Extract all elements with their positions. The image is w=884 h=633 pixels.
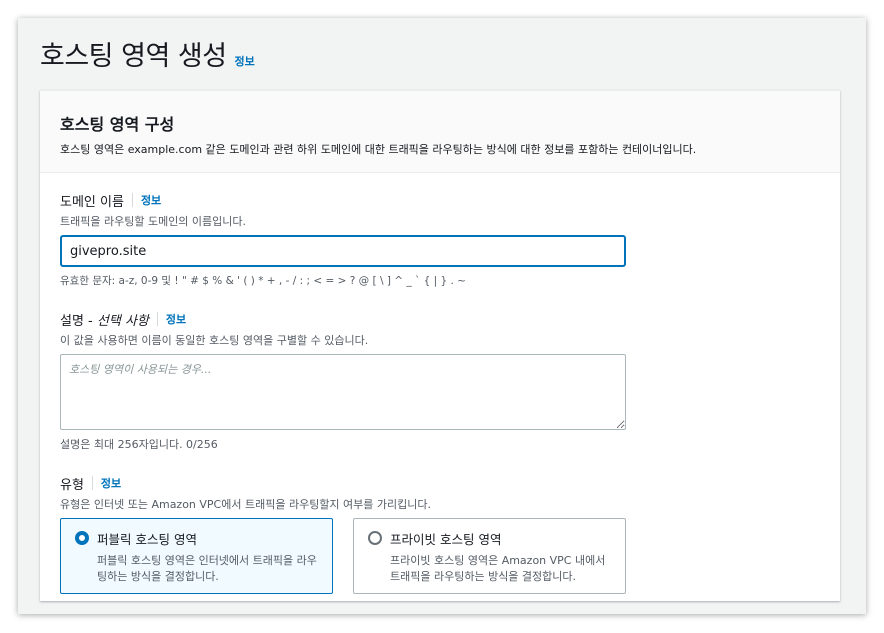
public-hosted-zone-tile[interactable]: 퍼블릭 호스팅 영역 퍼블릭 호스팅 영역은 인터넷에서 트래픽을 라우팅하는 … [60, 518, 333, 594]
page-info-link[interactable]: 정보 [235, 53, 255, 69]
private-hosted-zone-title: 프라이빗 호스팅 영역 [390, 532, 502, 547]
description-textarea[interactable] [60, 354, 626, 430]
public-hosted-zone-text: 퍼블릭 호스팅 영역 퍼블릭 호스팅 영역은 인터넷에서 트래픽을 라우팅하는 … [97, 529, 318, 585]
description-constraint: 설명은 최대 256자입니다. 0/256 [60, 438, 218, 451]
type-radio-group: 퍼블릭 호스팅 영역 퍼블릭 호스팅 영역은 인터넷에서 트래픽을 라우팅하는 … [60, 518, 820, 594]
domain-name-info-link[interactable]: 정보 [141, 192, 161, 208]
domain-name-constraint: 유효한 문자: a-z, 0-9 및 ! " # $ % & ' ( ) * +… [60, 275, 466, 287]
public-hosted-zone-description: 퍼블릭 호스팅 영역은 인터넷에서 트래픽을 라우팅하는 방식을 결정합니다. [97, 554, 317, 583]
type-label-row: 유형 정보 [60, 474, 820, 493]
type-description: 유형은 인터넷 또는 Amazon VPC에서 트래픽을 라우팅할지 여부를 가… [60, 498, 432, 511]
private-hosted-zone-tile[interactable]: 프라이빗 호스팅 영역 프라이빗 호스팅 영역은 Amazon VPC 내에서 … [353, 518, 626, 594]
private-hosted-zone-radio[interactable] [368, 531, 382, 545]
type-label: 유형 [60, 477, 84, 493]
domain-name-input[interactable] [60, 235, 626, 267]
hosted-zone-config-panel: 호스팅 영역 구성 호스팅 영역은 example.com 같은 도메인과 관련… [40, 90, 840, 601]
description-field-description: 이 값을 사용하면 이름이 동일한 호스팅 영역을 구별할 수 있습니다. [60, 334, 369, 347]
panel-header: 호스팅 영역 구성 호스팅 영역은 example.com 같은 도메인과 관련… [40, 91, 840, 173]
domain-name-field: 도메인 이름 정보 트래픽을 라우팅할 도메인의 이름입니다. 유효한 문자: … [60, 191, 820, 288]
domain-name-label-row: 도메인 이름 정보 [60, 191, 820, 210]
domain-name-label: 도메인 이름 [60, 194, 124, 210]
description-field: 설명 - 선택 사항 정보 이 값을 사용하면 이름이 동일한 호스팅 영역을 … [60, 310, 820, 452]
panel-body: 도메인 이름 정보 트래픽을 라우팅할 도메인의 이름입니다. 유효한 문자: … [40, 173, 840, 594]
type-field: 유형 정보 유형은 인터넷 또는 Amazon VPC에서 트래픽을 라우팅할지… [60, 474, 820, 594]
public-hosted-zone-radio[interactable] [75, 531, 89, 545]
panel-description: 호스팅 영역은 example.com 같은 도메인과 관련 하위 도메인에 대… [60, 143, 697, 156]
private-hosted-zone-text: 프라이빗 호스팅 영역 프라이빗 호스팅 영역은 Amazon VPC 내에서 … [390, 529, 611, 585]
page-header: 호스팅 영역 생성 정보 [40, 34, 255, 73]
description-label-optional: 선택 사항 [96, 313, 149, 329]
label-divider [156, 312, 158, 326]
page-title: 호스팅 영역 생성 [40, 41, 227, 72]
description-label: 설명 - 선택 사항 [60, 310, 149, 329]
description-label-row: 설명 - 선택 사항 정보 [60, 310, 820, 329]
label-divider [131, 193, 133, 207]
app-window: 호스팅 영역 생성 정보 호스팅 영역 구성 호스팅 영역은 example.c… [18, 18, 866, 614]
description-info-link[interactable]: 정보 [166, 311, 186, 327]
description-label-main: 설명 - [60, 313, 97, 329]
panel-title: 호스팅 영역 구성 [60, 115, 175, 134]
private-hosted-zone-description: 프라이빗 호스팅 영역은 Amazon VPC 내에서 트래픽을 라우팅하는 방… [390, 554, 606, 583]
type-info-link[interactable]: 정보 [101, 475, 121, 491]
domain-name-description: 트래픽을 라우팅할 도메인의 이름입니다. [60, 215, 247, 228]
public-hosted-zone-title: 퍼블릭 호스팅 영역 [97, 532, 197, 547]
label-divider [91, 476, 93, 490]
